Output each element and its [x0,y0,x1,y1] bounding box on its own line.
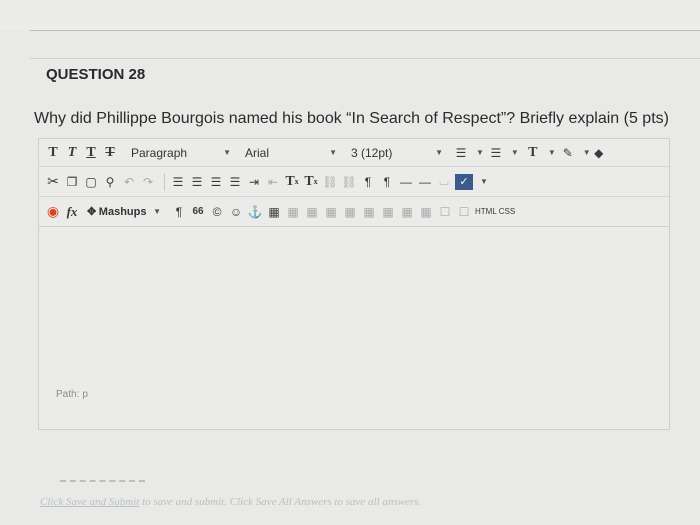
divider [60,480,145,484]
eraser-icon[interactable]: ◆ [591,143,607,163]
box-dashed-icon[interactable]: ☐ [456,202,472,222]
outdent-icon[interactable]: ⇤ [265,172,281,192]
paste-icon[interactable]: ▢ [83,172,99,192]
font-select[interactable]: Arial ▼ [241,143,341,163]
chevron-down-icon: ▼ [223,148,231,157]
font-size-select[interactable]: 3 (12pt) ▼ [347,143,447,163]
redo-icon[interactable]: ↷ [140,172,156,192]
formula-button[interactable]: fx [64,202,80,222]
divider [30,30,700,31]
subscript-mark: x [313,177,318,186]
chevron-down-icon[interactable]: ▼ [476,148,484,157]
paragraph-mark-button[interactable]: ¶ [171,202,187,222]
undo-icon[interactable]: ↶ [121,172,137,192]
table-cell-icon[interactable]: ▦ [342,202,358,222]
align-center-icon[interactable]: ☰ [189,172,205,192]
rich-text-editor: T T T T Paragraph ▼ Arial ▼ 3 (12pt) ▼ ☰… [38,138,670,430]
html-css-button[interactable]: HTML CSS [475,202,515,222]
mashups-label: Mashups [98,205,147,218]
editor-content-area[interactable] [39,227,669,395]
toolbar-row-3: ◉ fx ✥ Mashups ▼ ¶ 66 © ☺ ⚓ ▦ ▦ ▦ ▦ ▦ ▦ … [39,197,669,227]
rtl-direction-button[interactable]: ¶ [379,172,395,192]
text-color-button[interactable]: T [525,143,541,163]
chevron-down-icon: ▼ [153,207,161,216]
path-label: Path: [56,389,80,400]
superscript-label: T [285,173,295,189]
table-icon[interactable]: ▦ [266,202,282,222]
font-select-value: Arial [245,145,270,160]
special-character-button[interactable]: © [209,202,225,222]
footer-instructions: Click Save and Submit to save and submit… [40,496,421,508]
puzzle-icon: ✥ [87,206,97,218]
emoticon-icon[interactable]: ☺ [228,202,244,222]
subscript-label: T [304,173,314,189]
link-icon[interactable]: ⛓ [322,172,338,192]
anchor-icon[interactable]: ⚓ [247,202,263,222]
save-and-submit-link[interactable]: Click Save and Submit [40,496,139,508]
table-insert-icon[interactable]: ▦ [418,202,434,222]
footer-text: to save and submit. Click Save All Answe… [142,496,422,508]
table-props-icon[interactable]: ▦ [285,202,301,222]
table-merge-icon[interactable]: ▦ [380,202,396,222]
paragraph-select-value: Paragraph [131,145,188,160]
chevron-down-icon[interactable]: ▼ [480,177,488,186]
underline-button[interactable]: T [83,143,99,163]
divider [164,172,165,191]
unlink-icon[interactable]: ⛓ [341,172,357,192]
top-bar [0,0,700,30]
table-split-icon[interactable]: ▦ [399,202,415,222]
table-row-icon[interactable]: ▦ [304,202,320,222]
table-col-icon[interactable]: ▦ [323,202,339,222]
highlight-pen-icon[interactable]: ✎ [560,143,576,163]
nonbreaking-space-icon[interactable]: ⌴ [436,172,452,192]
font-size-select-value: 3 (12pt) [351,145,393,160]
record-icon[interactable]: ◉ [45,202,61,222]
ltr-direction-button[interactable]: ¶ [360,172,376,192]
question-prompt: Why did Phillippe Bourgois named his boo… [34,110,669,127]
chevron-down-icon[interactable]: ▼ [548,148,556,157]
italic-button[interactable]: T [64,143,80,163]
align-justify-icon[interactable]: ☰ [227,172,243,192]
align-left-icon[interactable]: ☰ [170,172,186,192]
subscript-button[interactable]: Tx [303,172,319,192]
mashups-select[interactable]: ✥ Mashups ▼ [83,202,165,222]
chevron-down-icon: ▼ [435,148,443,157]
question-title: QUESTION 28 [46,66,146,83]
search-icon[interactable]: ⚲ [102,172,118,192]
divider [30,58,700,59]
horizontal-rule-icon[interactable]: — [398,172,414,192]
path-value: p [82,389,88,400]
table-delete-icon[interactable]: ▦ [361,202,377,222]
chevron-down-icon[interactable]: ▼ [511,148,519,157]
spellcheck-icon[interactable]: ✓ [455,173,473,190]
copy-icon[interactable]: ❐ [64,172,80,192]
toolbar-row-1: T T T T Paragraph ▼ Arial ▼ 3 (12pt) ▼ ☰… [39,139,669,167]
path-indicator: Path: p [53,389,88,400]
box-icon[interactable]: ☐ [437,202,453,222]
superscript-mark: x [294,177,299,186]
toolbar-row-2: ✂ ❐ ▢ ⚲ ↶ ↷ ☰ ☰ ☰ ☰ ⇥ ⇤ Tx Tx ⛓ ⛓ ¶ ¶ — … [39,167,669,197]
strikethrough-button[interactable]: T [102,143,118,163]
chevron-down-icon[interactable]: ▼ [583,148,591,157]
numbered-list-icon[interactable]: ☰ [488,143,504,163]
bold-button[interactable]: T [45,143,61,163]
paragraph-select[interactable]: Paragraph ▼ [127,143,235,163]
chevron-down-icon: ▼ [329,148,337,157]
indent-icon[interactable]: ⇥ [246,172,262,192]
horizontal-line-icon[interactable]: — [417,172,433,192]
bullet-list-icon[interactable]: ☰ [453,143,469,163]
align-right-icon[interactable]: ☰ [208,172,224,192]
blockquote-button[interactable]: 66 [190,202,206,222]
superscript-button[interactable]: Tx [284,172,300,192]
cut-icon[interactable]: ✂ [45,172,61,192]
